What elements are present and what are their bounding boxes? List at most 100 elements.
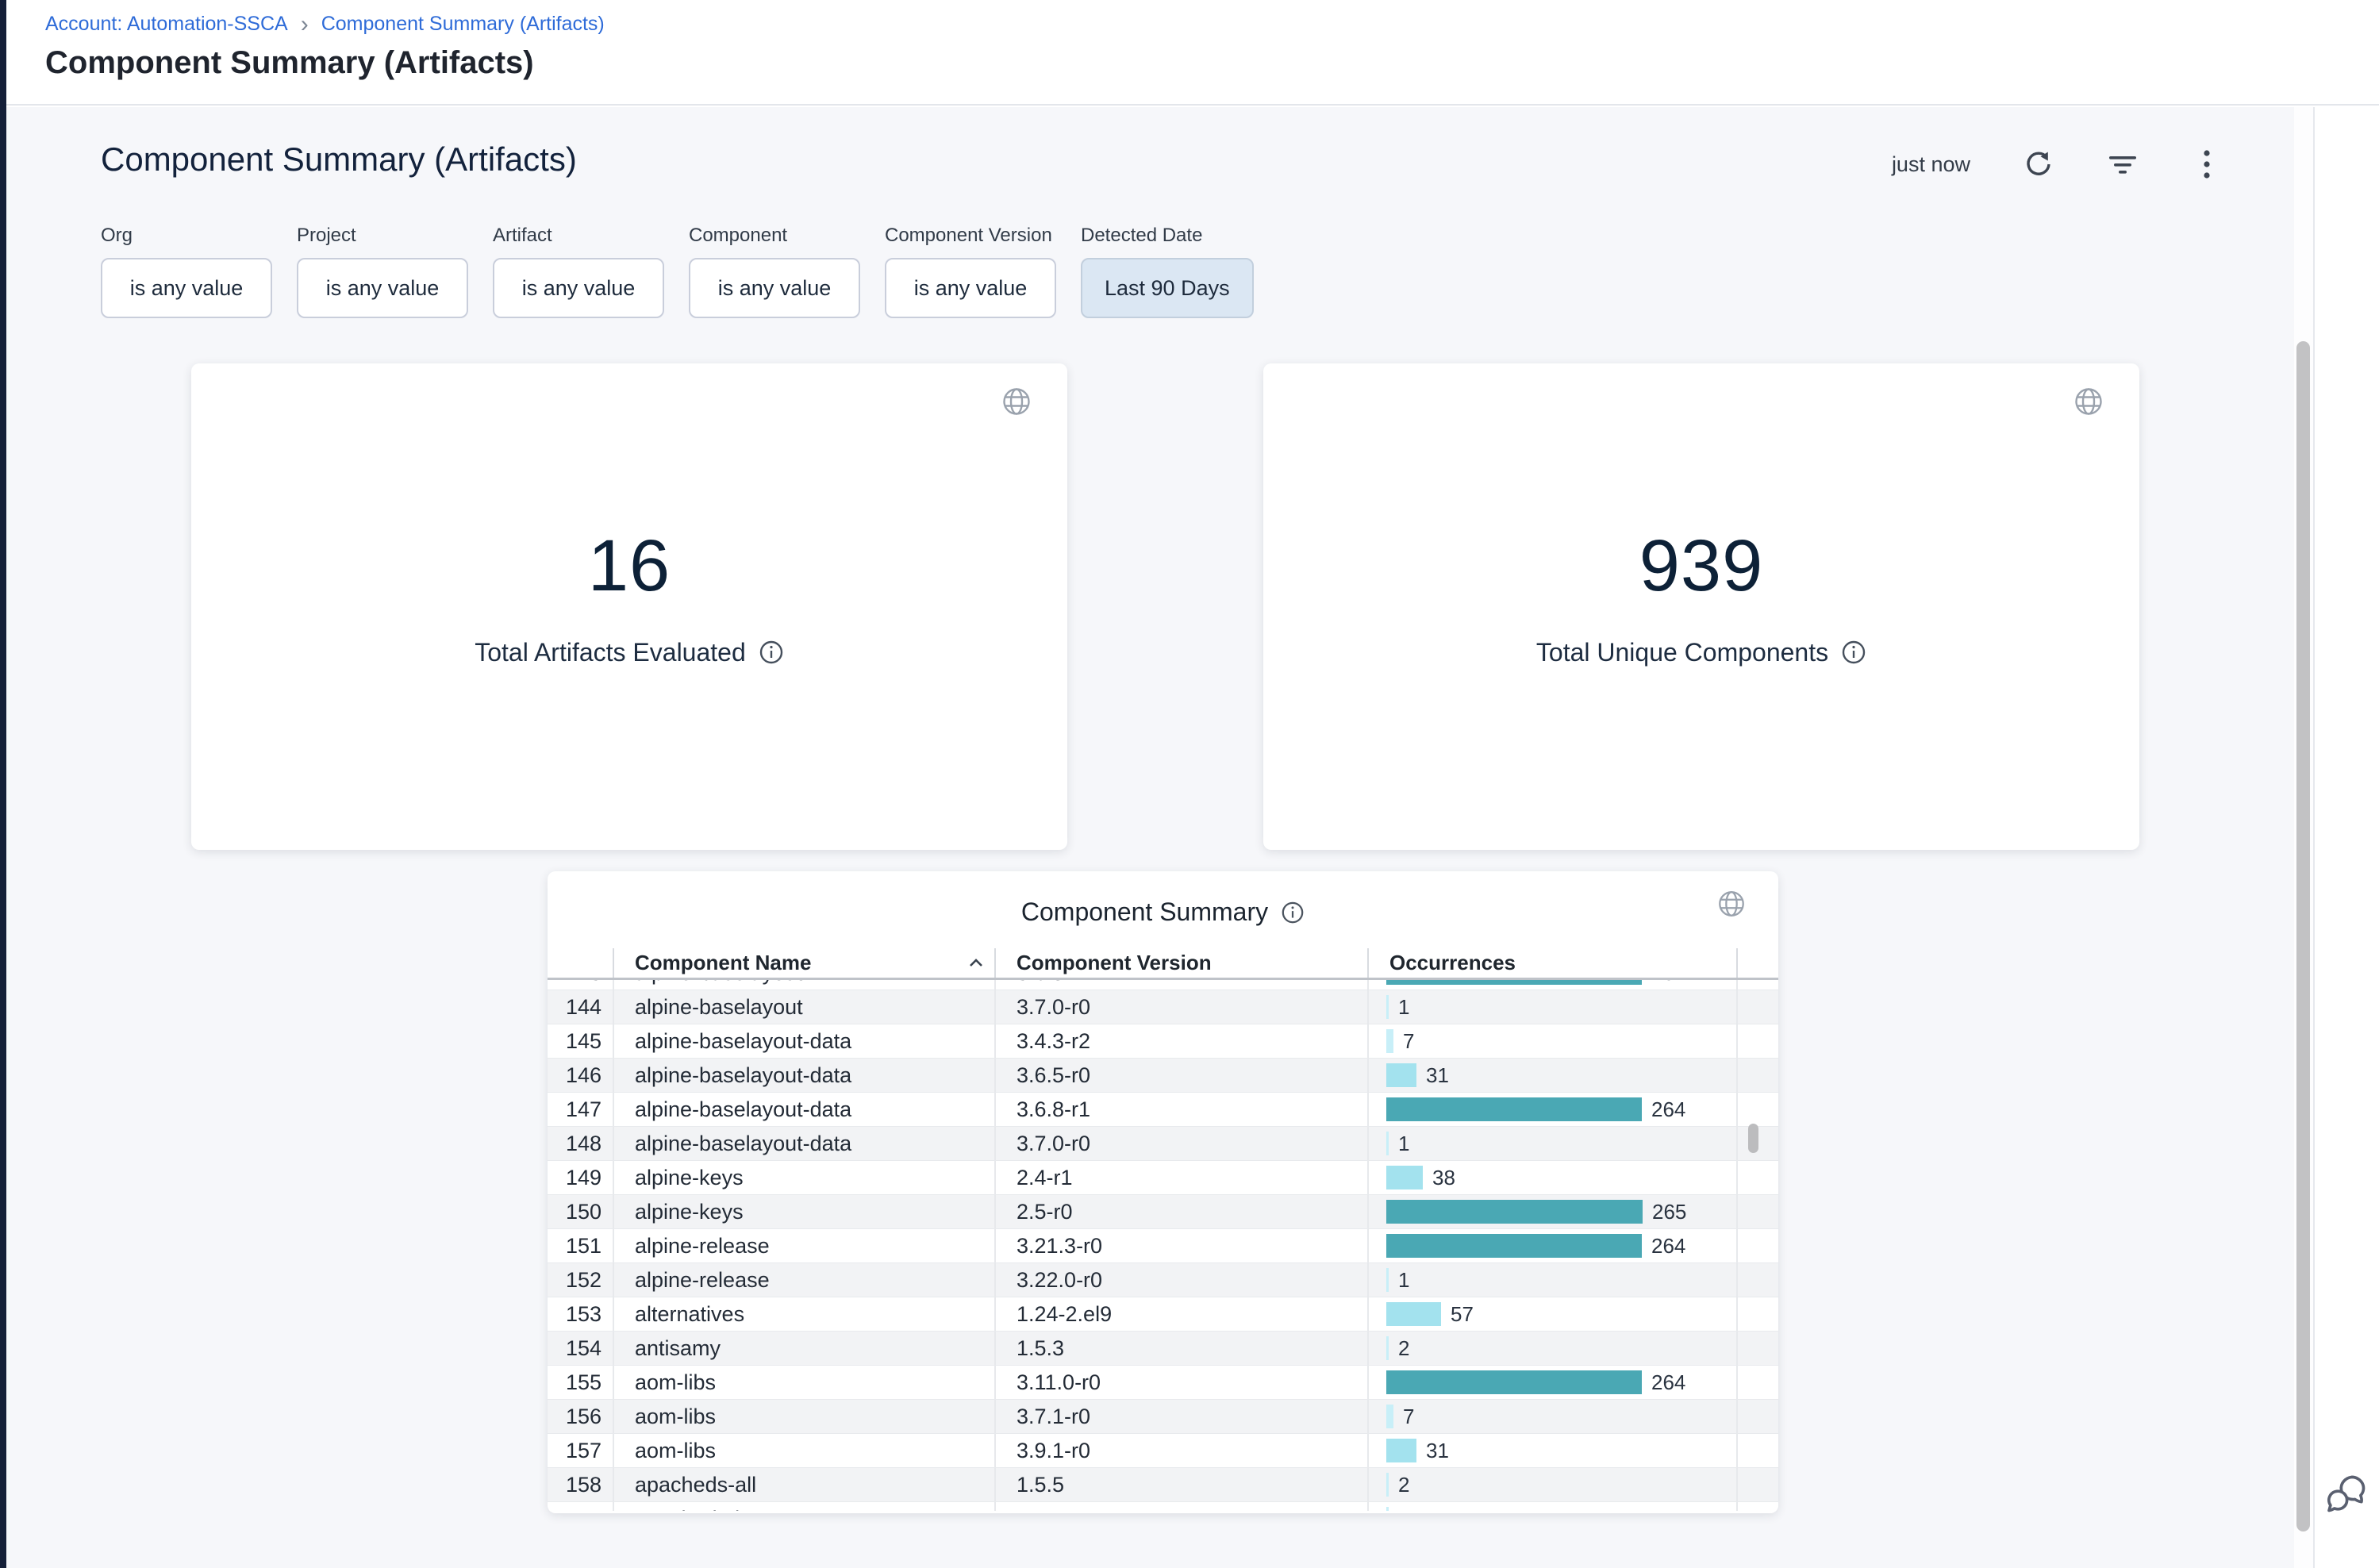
component-name-cell: alpine-keys <box>613 1195 994 1228</box>
occurrences-cell: 2 <box>1367 1502 1738 1511</box>
occurrences-cell: 264 <box>1367 1093 1738 1126</box>
occurrence-bar <box>1386 1370 1642 1394</box>
occurrence-value: 1 <box>1398 995 1409 1020</box>
info-icon[interactable] <box>1281 901 1305 924</box>
component-name-cell: apacheds-all <box>613 1468 994 1501</box>
occurrences-cell: 2 <box>1367 1468 1738 1501</box>
occurrence-bar <box>1386 1200 1643 1224</box>
table-row[interactable]: 159 apacheds-bootstrap-extract 1.5.5 2 <box>548 1502 1778 1511</box>
row-number: 154 <box>548 1332 613 1365</box>
component-version-cell: 3.11.0-r0 <box>994 1366 1367 1399</box>
refresh-button[interactable] <box>2023 148 2054 180</box>
breadcrumb: Account: Automation-SSCA › Component Sum… <box>45 13 2379 36</box>
breadcrumb-page-link[interactable]: Component Summary (Artifacts) <box>321 13 605 36</box>
filter-bar: Org is any value Project is any value Ar… <box>101 225 1254 318</box>
row-number: 148 <box>548 1127 613 1160</box>
occurrence-bar <box>1386 995 1389 1019</box>
component-version-cell: 3.6.8-r1 <box>994 1093 1367 1126</box>
occurrences-cell: 7 <box>1367 1024 1738 1058</box>
table-row[interactable]: 155 aom-libs 3.11.0-r0 264 <box>548 1366 1778 1400</box>
occurrence-value: 264 <box>1651 1234 1685 1259</box>
column-header-label: Occurrences <box>1389 951 1516 975</box>
row-number: 158 <box>548 1468 613 1501</box>
occurrence-bar <box>1386 1063 1416 1087</box>
occurrence-bar <box>1386 1132 1389 1155</box>
component-version-cell: 1.5.5 <box>994 1468 1367 1501</box>
filter-component: Component is any value <box>689 225 860 318</box>
info-icon[interactable] <box>759 640 784 665</box>
occurrence-bar <box>1386 980 1642 985</box>
page-scrollbar[interactable] <box>2294 107 2313 1568</box>
total-artifacts-card: 16 Total Artifacts Evaluated <box>191 363 1067 850</box>
page-scrollbar-thumb[interactable] <box>2296 341 2310 1531</box>
breadcrumb-account-link[interactable]: Account: Automation-SSCA <box>45 13 288 36</box>
more-options-button[interactable] <box>2191 148 2223 180</box>
column-header-component-version[interactable]: Component Version <box>994 948 1367 978</box>
top-bar: Account: Automation-SSCA › Component Sum… <box>6 0 2379 106</box>
filter-org-value-button[interactable]: is any value <box>101 258 272 318</box>
table-row[interactable]: 154 antisamy 1.5.3 2 <box>548 1332 1778 1366</box>
filter-org-label: Org <box>101 225 272 247</box>
table-row[interactable]: 157 aom-libs 3.9.1-r0 31 <box>548 1434 1778 1468</box>
occurrences-cell: 1 <box>1367 1263 1738 1297</box>
occurrence-bar <box>1386 1166 1423 1189</box>
table-row[interactable]: 145 alpine-baselayout-data 3.4.3-r2 7 <box>548 1024 1778 1059</box>
filter-button[interactable] <box>2107 148 2139 180</box>
table-row[interactable]: 149 alpine-keys 2.4-r1 38 <box>548 1161 1778 1195</box>
row-number: 143 <box>548 980 613 990</box>
table-row[interactable]: 152 alpine-release 3.22.0-r0 1 <box>548 1263 1778 1297</box>
occurrences-cell: 1 <box>1367 1127 1738 1160</box>
table-row[interactable]: 153 alternatives 1.24-2.el9 57 <box>548 1297 1778 1332</box>
column-header-component-name[interactable]: Component Name <box>613 948 994 978</box>
component-name-cell: alpine-baselayout <box>613 980 994 990</box>
occurrence-value: 264 <box>1651 1370 1685 1395</box>
table-body[interactable]: 143 alpine-baselayout 3.6.8-r1 264 144 a… <box>548 980 1778 1511</box>
total-components-card: 939 Total Unique Components <box>1263 363 2139 850</box>
breadcrumb-separator-icon: › <box>301 17 309 33</box>
kebab-menu-icon <box>2203 149 2211 179</box>
occurrence-bar <box>1386 1234 1642 1258</box>
row-number: 146 <box>548 1059 613 1092</box>
column-header-occurrences[interactable]: Occurrences <box>1367 948 1738 978</box>
filter-component-version-value-button[interactable]: is any value <box>885 258 1056 318</box>
filter-artifact: Artifact is any value <box>493 225 664 318</box>
dashboard-area: Component Summary (Artifacts) just now <box>6 107 2296 1568</box>
component-summary-card: Component Summary Component Name Compone… <box>548 871 1778 1513</box>
occurrences-cell: 31 <box>1367 1434 1738 1467</box>
table-row[interactable]: 143 alpine-baselayout 3.6.8-r1 264 <box>548 980 1778 990</box>
row-number: 145 <box>548 1024 613 1058</box>
occurrence-bar <box>1386 1029 1393 1053</box>
sort-ascending-icon <box>969 959 983 967</box>
total-components-label: Total Unique Components <box>1536 638 1828 667</box>
table-row[interactable]: 150 alpine-keys 2.5-r0 265 <box>548 1195 1778 1229</box>
occurrence-value: 38 <box>1432 1166 1455 1190</box>
info-icon[interactable] <box>1841 640 1866 665</box>
occurrence-value: 264 <box>1651 1097 1685 1122</box>
table-row[interactable]: 158 apacheds-all 1.5.5 2 <box>548 1468 1778 1502</box>
filter-artifact-value-button[interactable]: is any value <box>493 258 664 318</box>
filter-component-value-button[interactable]: is any value <box>689 258 860 318</box>
filter-project-value-button[interactable]: is any value <box>297 258 468 318</box>
component-version-cell: 2.5-r0 <box>994 1195 1367 1228</box>
table-row[interactable]: 144 alpine-baselayout 3.7.0-r0 1 <box>548 990 1778 1024</box>
occurrences-cell: 264 <box>1367 980 1738 990</box>
table-row[interactable]: 147 alpine-baselayout-data 3.6.8-r1 264 <box>548 1093 1778 1127</box>
stat-content: 16 Total Artifacts Evaluated <box>191 352 1067 839</box>
table-row[interactable]: 156 aom-libs 3.7.1-r0 7 <box>548 1400 1778 1434</box>
table-row[interactable]: 151 alpine-release 3.21.3-r0 264 <box>548 1229 1778 1263</box>
right-gutter <box>2313 107 2379 1568</box>
last-refreshed-text: just now <box>1892 152 1970 177</box>
occurrence-bar <box>1386 1439 1416 1462</box>
occurrences-cell: 7 <box>1367 1400 1738 1433</box>
component-name-cell: alpine-baselayout-data <box>613 1059 994 1092</box>
row-number: 159 <box>548 1502 613 1511</box>
table-row[interactable]: 148 alpine-baselayout-data 3.7.0-r0 1 <box>548 1127 1778 1161</box>
component-version-cell: 3.7.0-r0 <box>994 1127 1367 1160</box>
row-number: 151 <box>548 1229 613 1262</box>
table-scrollbar-thumb[interactable] <box>1748 1124 1758 1153</box>
filter-detected-date-value-button[interactable]: Last 90 Days <box>1081 258 1254 318</box>
component-name-cell: alpine-baselayout-data <box>613 1127 994 1160</box>
help-chat-button[interactable] <box>2323 1473 2368 1517</box>
component-version-cell: 3.7.0-r0 <box>994 990 1367 1024</box>
table-row[interactable]: 146 alpine-baselayout-data 3.6.5-r0 31 <box>548 1059 1778 1093</box>
